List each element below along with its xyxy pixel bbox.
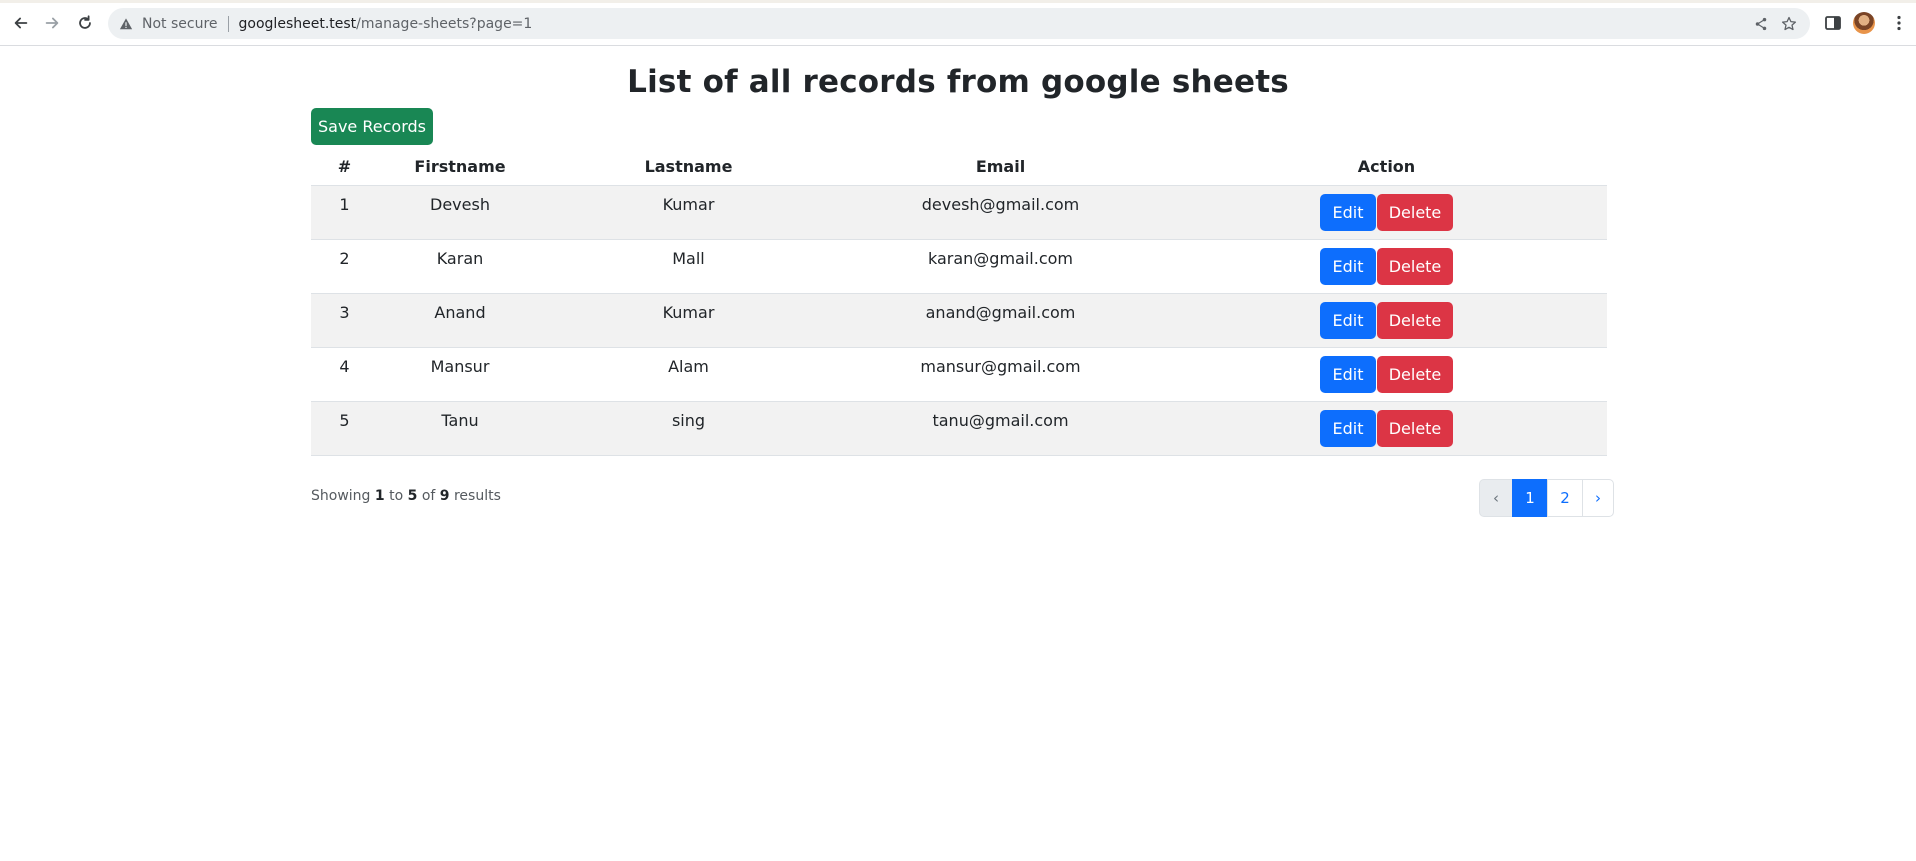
edit-button[interactable]: Edit xyxy=(1320,356,1376,393)
security-label[interactable]: Not secure xyxy=(142,16,218,32)
url-path: /manage-sheets?page=1 xyxy=(356,15,533,32)
records-table: # Firstname Lastname Email Action 1 Deve… xyxy=(311,147,1607,456)
save-records-button[interactable]: Save Records xyxy=(311,108,433,145)
pagination-prev-button: ‹ xyxy=(1479,479,1513,517)
pagination-page-1[interactable]: 1 xyxy=(1512,479,1548,517)
profile-avatar[interactable] xyxy=(1853,12,1875,34)
more-menu-icon[interactable] xyxy=(1886,10,1912,36)
cell-email: anand@gmail.com xyxy=(835,293,1166,348)
tab-strip-edge xyxy=(0,0,1916,3)
column-header-firstname: Firstname xyxy=(378,147,542,186)
summary-to: 5 xyxy=(407,488,418,504)
cell-action: Edit Delete xyxy=(1166,293,1607,348)
delete-button[interactable]: Delete xyxy=(1377,302,1453,339)
summary-total: 9 xyxy=(439,488,450,504)
table-row: 2 Karan Mall karan@gmail.com Edit Delete xyxy=(311,239,1607,294)
edit-button[interactable]: Edit xyxy=(1320,302,1376,339)
summary-from: 1 xyxy=(374,488,385,504)
reload-icon[interactable] xyxy=(72,10,98,36)
summary-of-word: of xyxy=(421,488,436,504)
column-header-number: # xyxy=(311,147,378,186)
column-header-action: Action xyxy=(1166,147,1607,186)
browser-toolbar: Not secure googlesheet.test/manage-sheet… xyxy=(0,0,1916,46)
table-row: 1 Devesh Kumar devesh@gmail.com Edit Dele… xyxy=(311,185,1607,240)
cell-action: Edit Delete xyxy=(1166,347,1607,402)
table-row: 4 Mansur Alam mansur@gmail.com Edit Delet… xyxy=(311,347,1607,402)
cell-action: Edit Delete xyxy=(1166,185,1607,240)
delete-button[interactable]: Delete xyxy=(1377,194,1453,231)
url-host: googlesheet.test xyxy=(238,15,357,32)
edit-button[interactable]: Edit xyxy=(1320,410,1376,447)
address-bar[interactable]: Not secure googlesheet.test/manage-sheet… xyxy=(108,8,1810,39)
pagination: ‹ 1 2 › xyxy=(1479,479,1614,517)
cell-firstname: Tanu xyxy=(378,401,542,456)
cell-email: tanu@gmail.com xyxy=(835,401,1166,456)
share-icon[interactable] xyxy=(1752,15,1770,33)
cell-lastname: Kumar xyxy=(542,185,835,240)
cell-email: devesh@gmail.com xyxy=(835,185,1166,240)
warning-icon[interactable] xyxy=(118,16,134,32)
results-summary: Showing 1 to 5 of 9 results xyxy=(311,488,501,504)
cell-lastname: Mall xyxy=(542,239,835,294)
address-separator xyxy=(227,15,229,32)
column-header-lastname: Lastname xyxy=(542,147,835,186)
cell-number: 5 xyxy=(311,401,378,456)
cell-firstname: Anand xyxy=(378,293,542,348)
cell-action: Edit Delete xyxy=(1166,239,1607,294)
pagination-page-2[interactable]: 2 xyxy=(1547,479,1583,517)
back-icon[interactable] xyxy=(8,10,34,36)
bookmark-star-icon[interactable] xyxy=(1780,15,1798,33)
cell-lastname: sing xyxy=(542,401,835,456)
table-row: 5 Tanu sing tanu@gmail.com Edit Delete xyxy=(311,401,1607,456)
cell-lastname: Kumar xyxy=(542,293,835,348)
summary-showing: Showing xyxy=(311,488,371,504)
cell-number: 4 xyxy=(311,347,378,402)
cell-email: karan@gmail.com xyxy=(835,239,1166,294)
table-row: 3 Anand Kumar anand@gmail.com Edit Delete xyxy=(311,293,1607,348)
edit-button[interactable]: Edit xyxy=(1320,194,1376,231)
cell-firstname: Devesh xyxy=(378,185,542,240)
forward-icon[interactable] xyxy=(39,10,65,36)
table-header-row: # Firstname Lastname Email Action xyxy=(311,147,1607,186)
side-panel-icon[interactable] xyxy=(1820,10,1846,36)
cell-number: 2 xyxy=(311,239,378,294)
cell-number: 1 xyxy=(311,185,378,240)
delete-button[interactable]: Delete xyxy=(1377,356,1453,393)
column-header-email: Email xyxy=(835,147,1166,186)
cell-number: 3 xyxy=(311,293,378,348)
edit-button[interactable]: Edit xyxy=(1320,248,1376,285)
cell-lastname: Alam xyxy=(542,347,835,402)
page-title: List of all records from google sheets xyxy=(627,64,1289,100)
pagination-next-button[interactable]: › xyxy=(1582,479,1614,517)
cell-email: mansur@gmail.com xyxy=(835,347,1166,402)
cell-action: Edit Delete xyxy=(1166,401,1607,456)
delete-button[interactable]: Delete xyxy=(1377,248,1453,285)
summary-results-word: results xyxy=(453,488,501,504)
cell-firstname: Karan xyxy=(378,239,542,294)
delete-button[interactable]: Delete xyxy=(1377,410,1453,447)
cell-firstname: Mansur xyxy=(378,347,542,402)
summary-to-word: to xyxy=(389,488,404,504)
